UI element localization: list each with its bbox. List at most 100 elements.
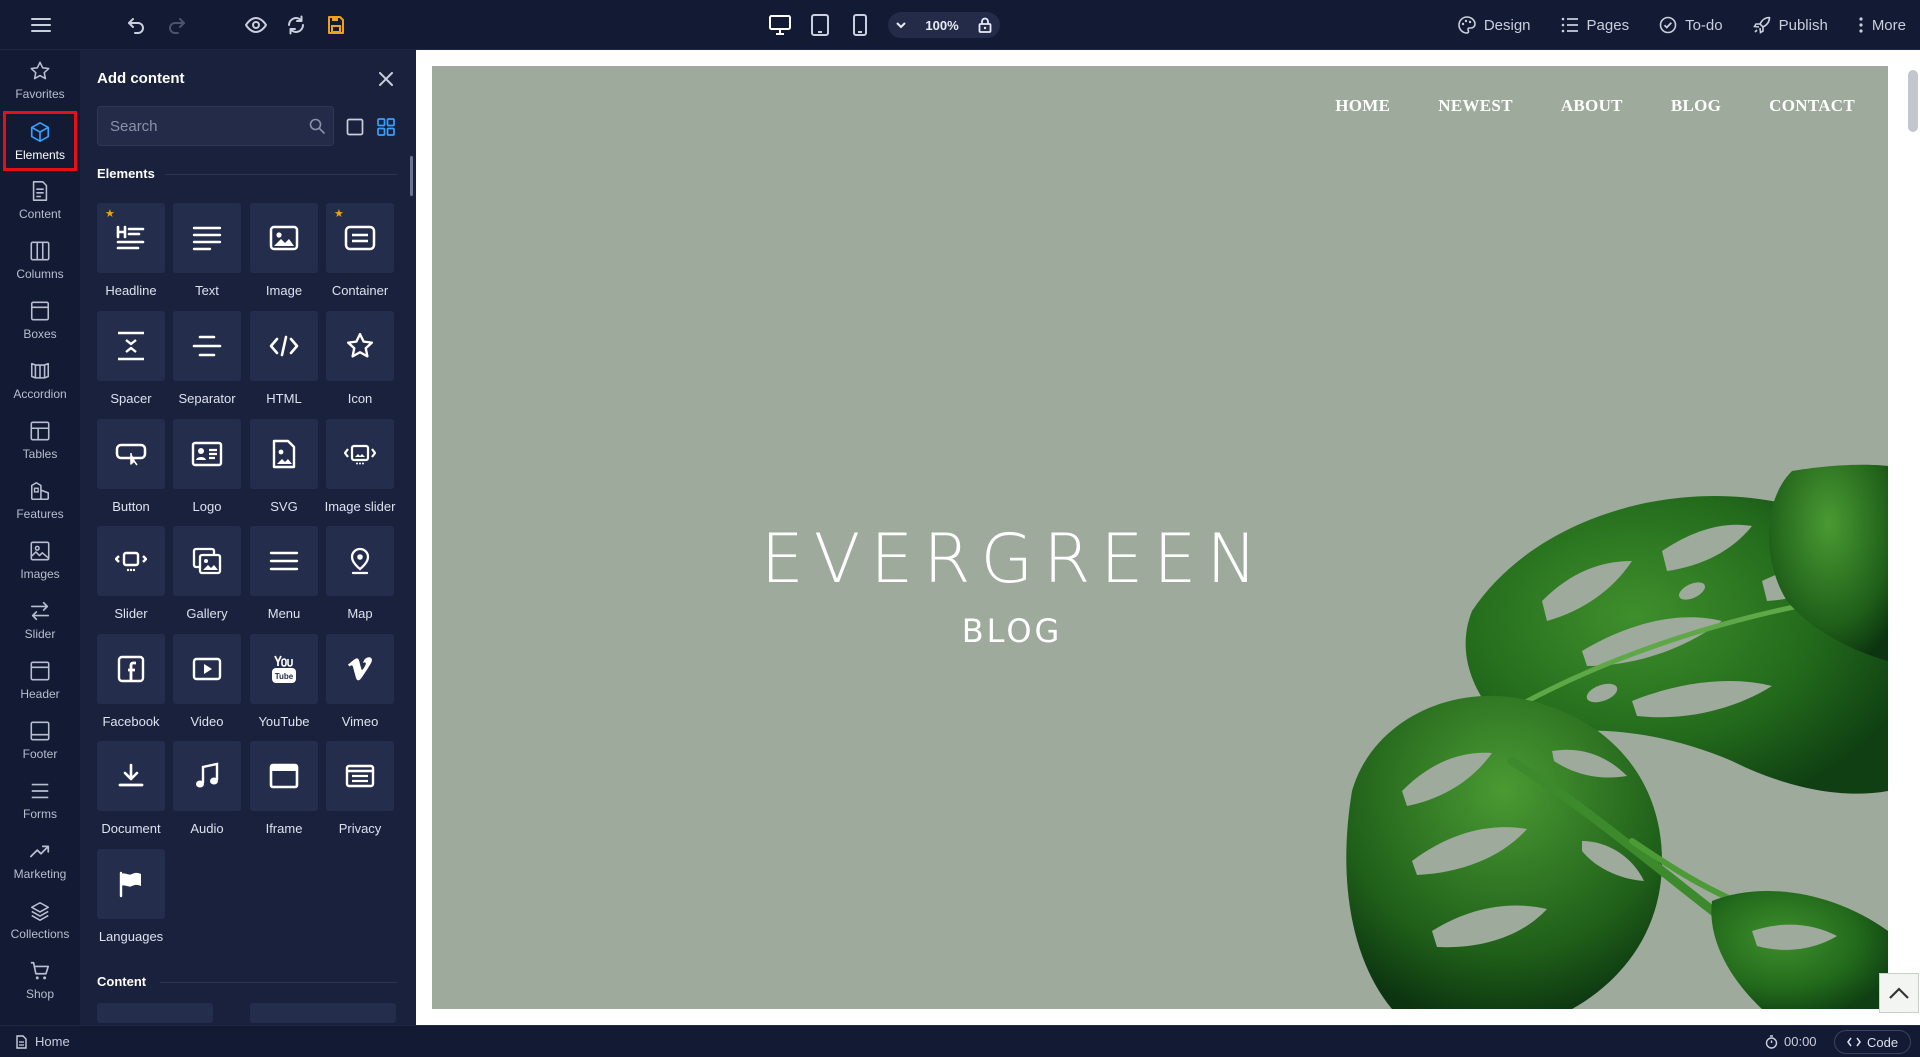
rail-item-slider[interactable]: Slider	[3, 590, 77, 650]
desktop-view-icon[interactable]	[760, 10, 800, 40]
rail-item-forms[interactable]: Forms	[3, 770, 77, 830]
grid-view-icon[interactable]	[375, 116, 397, 138]
search-input[interactable]	[110, 117, 309, 135]
element-tile[interactable]	[326, 741, 394, 811]
element-vimeo[interactable]: Vimeo	[326, 634, 396, 738]
rail-item-accordion[interactable]: Accordion	[3, 350, 77, 410]
code-button[interactable]: Code	[1834, 1030, 1912, 1054]
rail-item-shop[interactable]: Shop	[3, 950, 77, 1010]
element-container[interactable]: ★ Container	[326, 203, 396, 307]
element-facebook[interactable]: Facebook	[97, 634, 167, 738]
element-menu[interactable]: Menu	[250, 526, 320, 630]
element-iframe[interactable]: Iframe	[250, 741, 320, 845]
site-subtitle[interactable]: BLOG	[432, 612, 1592, 650]
element-tile[interactable]: Tube	[250, 634, 318, 704]
rail-item-images[interactable]: Images	[3, 530, 77, 590]
element-tile[interactable]: ★	[326, 203, 394, 273]
rail-item-features[interactable]: Features	[3, 470, 77, 530]
nav-link-contact[interactable]: CONTACT	[1769, 96, 1855, 116]
element-tile[interactable]	[326, 311, 394, 381]
undo-icon[interactable]	[123, 12, 149, 38]
element-tile[interactable]	[326, 634, 394, 704]
element-document[interactable]: Document	[97, 741, 167, 845]
pages-button[interactable]: Pages	[1561, 17, 1629, 34]
rail-item-elements[interactable]: Elements	[3, 111, 77, 171]
element-separator[interactable]: Separator	[173, 311, 243, 415]
nav-link-blog[interactable]: BLOG	[1671, 96, 1721, 116]
rail-item-columns[interactable]: Columns	[3, 230, 77, 290]
element-tile[interactable]	[250, 203, 318, 273]
hamburger-menu-icon[interactable]	[28, 12, 54, 38]
rail-item-boxes[interactable]: Boxes	[3, 290, 77, 350]
element-tile[interactable]	[326, 526, 394, 596]
design-button[interactable]: Design	[1458, 16, 1531, 34]
element-tile[interactable]: ★	[97, 203, 165, 273]
element-logo[interactable]: Logo	[173, 419, 243, 523]
publish-button[interactable]: Publish	[1752, 16, 1828, 34]
nav-link-about[interactable]: ABOUT	[1561, 96, 1623, 116]
scroll-to-top-button[interactable]	[1879, 973, 1919, 1013]
element-slider[interactable]: Slider	[97, 526, 167, 630]
mobile-view-icon[interactable]	[840, 10, 880, 40]
element-tile[interactable]	[250, 741, 318, 811]
redo-icon[interactable]	[164, 12, 190, 38]
search-icon[interactable]	[309, 118, 325, 134]
element-tile[interactable]	[250, 526, 318, 596]
rail-item-header[interactable]: Header	[3, 650, 77, 710]
element-image[interactable]: Image	[250, 203, 320, 307]
element-spacer[interactable]: Spacer	[97, 311, 167, 415]
element-icon[interactable]: Icon	[326, 311, 396, 415]
element-audio[interactable]: Audio	[173, 741, 243, 845]
current-page-indicator[interactable]: Home	[16, 1034, 70, 1049]
element-gallery[interactable]: Gallery	[173, 526, 243, 630]
element-tile[interactable]	[173, 203, 241, 273]
element-text[interactable]: Text	[173, 203, 243, 307]
rail-item-content[interactable]: Content	[3, 170, 77, 230]
element-map[interactable]: Map	[326, 526, 396, 630]
element-tile[interactable]	[326, 419, 394, 489]
save-icon[interactable]	[323, 12, 349, 38]
preview-eye-icon[interactable]	[243, 12, 269, 38]
element-tile[interactable]	[173, 634, 241, 704]
element-tile[interactable]	[97, 419, 165, 489]
element-tile[interactable]	[250, 311, 318, 381]
lock-icon[interactable]	[978, 17, 992, 33]
single-view-icon[interactable]	[344, 116, 366, 138]
rail-item-footer[interactable]: Footer	[3, 710, 77, 770]
nav-link-newest[interactable]: NEWEST	[1438, 96, 1513, 116]
rail-item-collections[interactable]: Collections	[3, 890, 77, 950]
element-svg[interactable]: SVG	[250, 419, 320, 523]
close-icon[interactable]	[375, 68, 397, 90]
element-tile[interactable]	[173, 741, 241, 811]
element-tile[interactable]	[173, 526, 241, 596]
element-youtube[interactable]: Tube YouTube	[250, 634, 320, 738]
todo-button[interactable]: To-do	[1659, 16, 1723, 34]
canvas-scrollbar[interactable]	[1908, 70, 1918, 132]
element-tile[interactable]	[173, 311, 241, 381]
element-privacy[interactable]: Privacy	[326, 741, 396, 845]
rail-item-marketing[interactable]: Marketing	[3, 830, 77, 890]
tablet-view-icon[interactable]	[800, 10, 840, 40]
element-tile[interactable]	[97, 741, 165, 811]
element-headline[interactable]: ★ Headline	[97, 203, 167, 307]
nav-link-home[interactable]: HOME	[1335, 96, 1390, 116]
element-image-slider[interactable]: Image slider	[325, 419, 396, 523]
site-title[interactable]: EVERGREEN	[432, 520, 1596, 599]
element-tile[interactable]	[173, 419, 241, 489]
rail-item-tables[interactable]: Tables	[3, 410, 77, 470]
more-button[interactable]: More	[1858, 17, 1906, 34]
content-tile[interactable]	[97, 1003, 213, 1023]
content-tile[interactable]	[250, 1003, 396, 1023]
rail-item-favorites[interactable]: Favorites	[3, 50, 77, 110]
element-tile[interactable]	[97, 311, 165, 381]
element-tile[interactable]	[97, 634, 165, 704]
element-languages[interactable]: Languages	[97, 849, 167, 953]
element-html[interactable]: HTML	[250, 311, 320, 415]
hero-section[interactable]: HOME NEWEST ABOUT BLOG CONTACT EVERGREEN…	[432, 66, 1888, 1009]
element-button[interactable]: Button	[97, 419, 167, 523]
element-tile[interactable]	[250, 419, 318, 489]
element-video[interactable]: Video	[173, 634, 243, 738]
refresh-icon[interactable]	[283, 12, 309, 38]
element-tile[interactable]	[97, 849, 165, 919]
element-tile[interactable]	[97, 526, 165, 596]
